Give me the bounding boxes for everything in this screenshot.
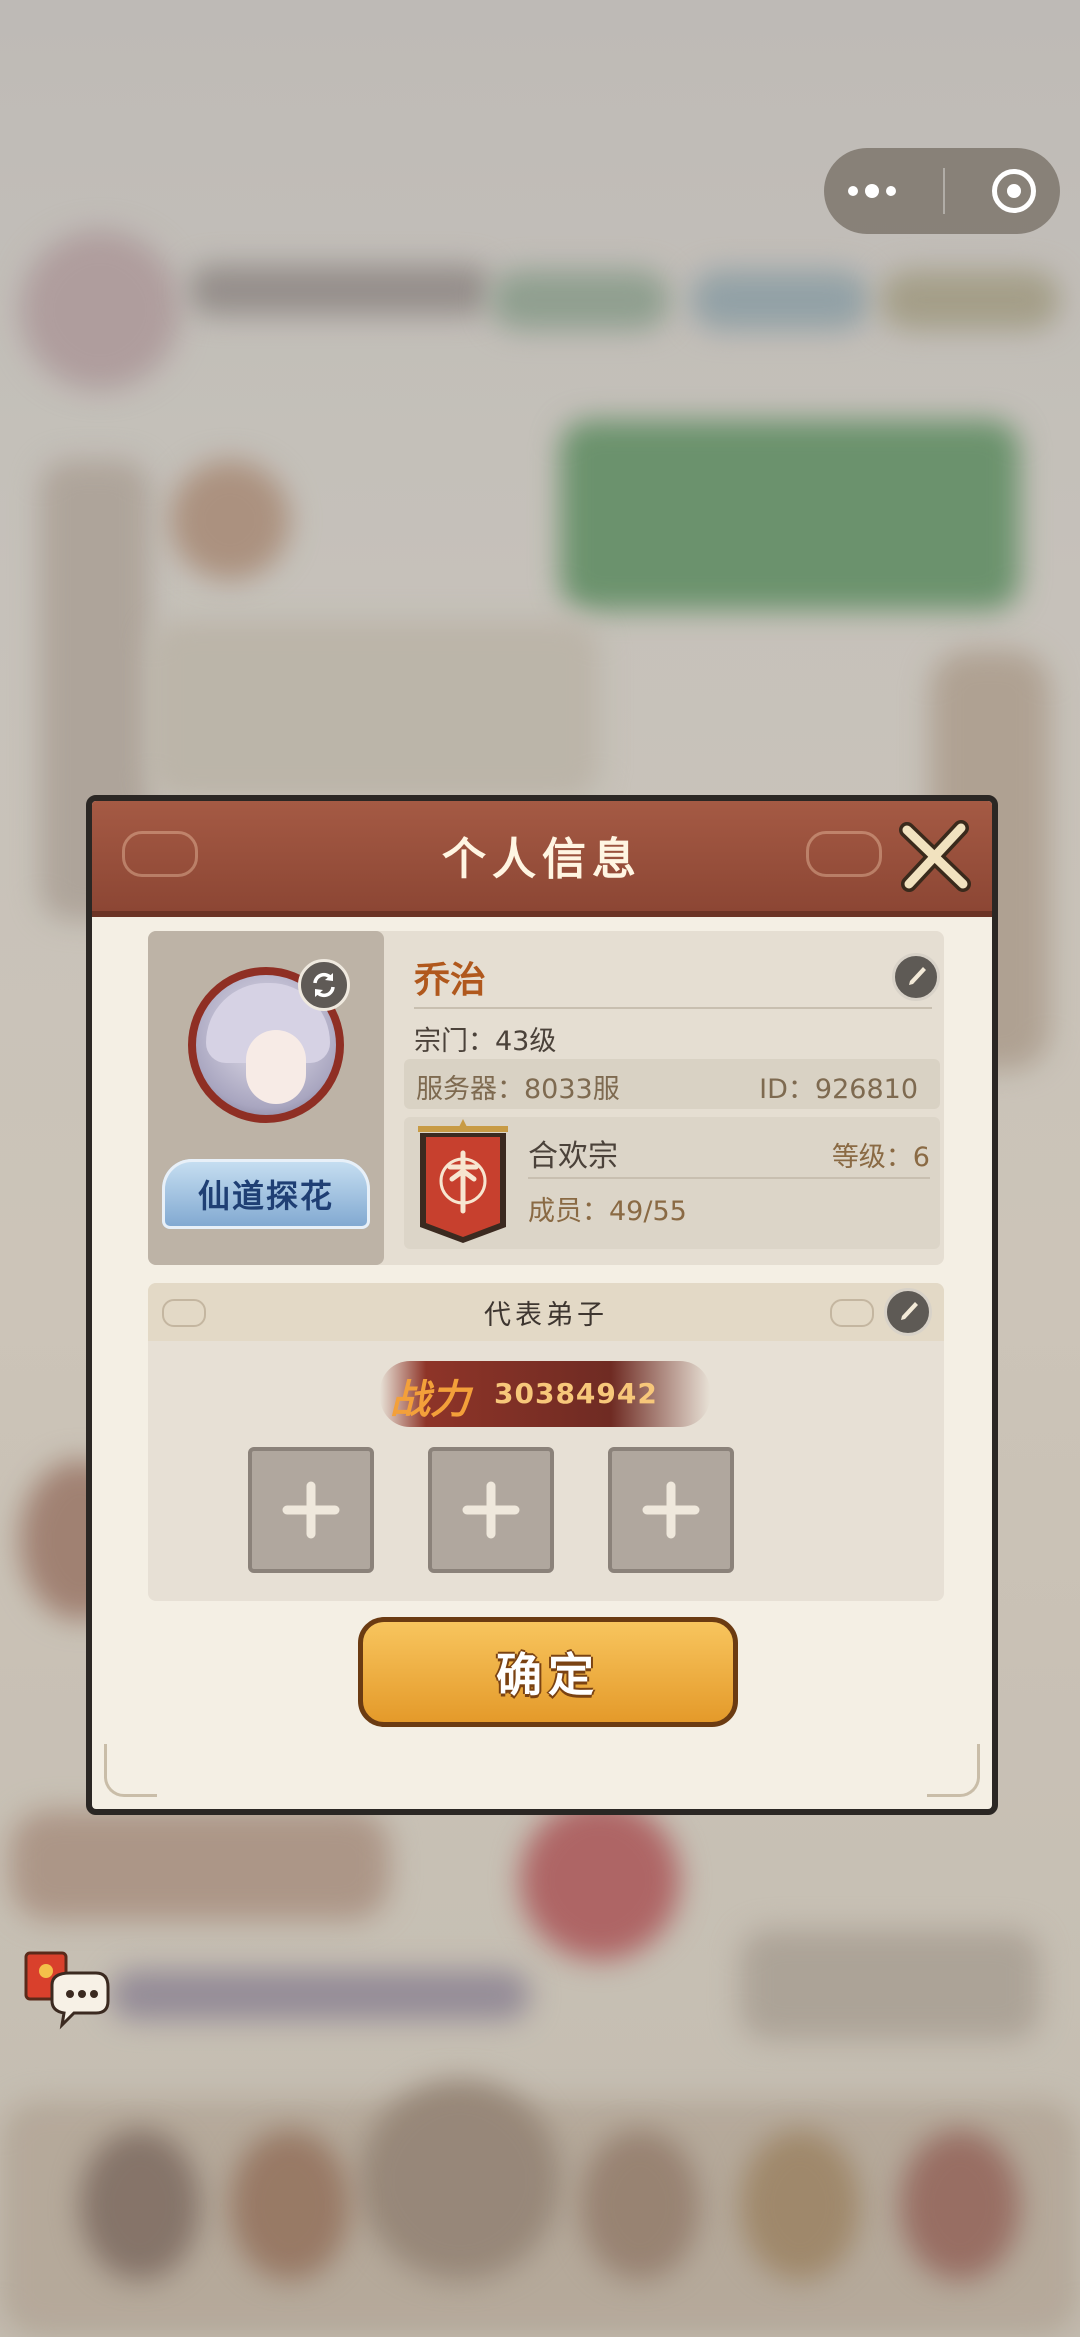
target-close-icon[interactable] bbox=[992, 169, 1037, 213]
title-badge[interactable]: 仙道探花 bbox=[162, 1159, 370, 1229]
combat-power-value: 30384942 bbox=[494, 1377, 658, 1410]
plus-icon bbox=[462, 1481, 520, 1539]
guild-divider bbox=[528, 1177, 930, 1179]
portrait-box: 仙道探花 bbox=[148, 931, 384, 1265]
swap-avatar-icon[interactable] bbox=[298, 959, 350, 1011]
header-ornament-left bbox=[162, 1299, 206, 1327]
miniprogram-capsule bbox=[824, 148, 1060, 234]
profile-info: 乔治 宗门：43级 服务器：8033服 ID：926810 合欢宗 等级：6 成… bbox=[404, 931, 944, 1265]
player-name: 乔治 bbox=[414, 960, 487, 1001]
player-id: ID：926810 bbox=[759, 1074, 918, 1105]
sect-level: 宗门：43级 bbox=[414, 1026, 557, 1057]
cloud-ornament-right bbox=[806, 831, 882, 877]
header-ornament-right bbox=[830, 1299, 874, 1327]
refresh-icon bbox=[313, 972, 335, 998]
more-dots-icon[interactable] bbox=[847, 184, 896, 198]
brush-icon bbox=[901, 1302, 918, 1320]
edit-name-button[interactable] bbox=[892, 953, 940, 1001]
close-button[interactable] bbox=[896, 817, 976, 897]
corner-ornament-right bbox=[927, 1744, 980, 1797]
confirm-button[interactable]: 确定 bbox=[358, 1617, 738, 1727]
edit-representatives-button[interactable] bbox=[884, 1288, 932, 1336]
combat-power-banner: 战力 30384942 bbox=[380, 1361, 710, 1427]
combat-power-label: 战力 bbox=[390, 1376, 470, 1423]
disciple-slot-1[interactable] bbox=[248, 1447, 374, 1573]
guild-level: 等级：6 bbox=[831, 1142, 930, 1173]
dialog-header: 个人信息 bbox=[92, 801, 992, 917]
server-id-row: 服务器：8033服 ID：926810 bbox=[404, 1059, 940, 1109]
disciple-slot-2[interactable] bbox=[428, 1447, 554, 1573]
guild-banner-icon bbox=[418, 1119, 508, 1243]
representatives-header: 代表弟子 bbox=[148, 1283, 944, 1341]
close-x-icon bbox=[899, 820, 971, 892]
representatives-title: 代表弟子 bbox=[484, 1299, 608, 1331]
guild-row[interactable]: 合欢宗 等级：6 成员：49/55 bbox=[404, 1117, 940, 1249]
red-packet-chat-icon[interactable] bbox=[22, 1945, 112, 2035]
guild-members: 成员：49/55 bbox=[528, 1196, 687, 1227]
representative-disciples-panel: 代表弟子 战力 30384942 bbox=[148, 1283, 944, 1601]
disciple-slot-3[interactable] bbox=[608, 1447, 734, 1573]
plus-icon bbox=[282, 1481, 340, 1539]
profile-panel: 仙道探花 乔治 宗门：43级 服务器：8033服 ID：926810 合欢宗 等… bbox=[148, 931, 944, 1265]
corner-ornament-left bbox=[104, 1744, 157, 1797]
guild-name: 合欢宗 bbox=[528, 1139, 618, 1174]
brush-icon bbox=[909, 967, 926, 985]
server-text: 服务器：8033服 bbox=[416, 1074, 620, 1105]
personal-info-dialog: 个人信息 仙道探花 乔治 宗门：43级 服务器：8033服 ID：926810 … bbox=[86, 795, 998, 1815]
capsule-divider bbox=[942, 168, 945, 214]
plus-icon bbox=[642, 1481, 700, 1539]
avatar-face bbox=[246, 1030, 306, 1104]
name-divider bbox=[414, 1007, 932, 1009]
